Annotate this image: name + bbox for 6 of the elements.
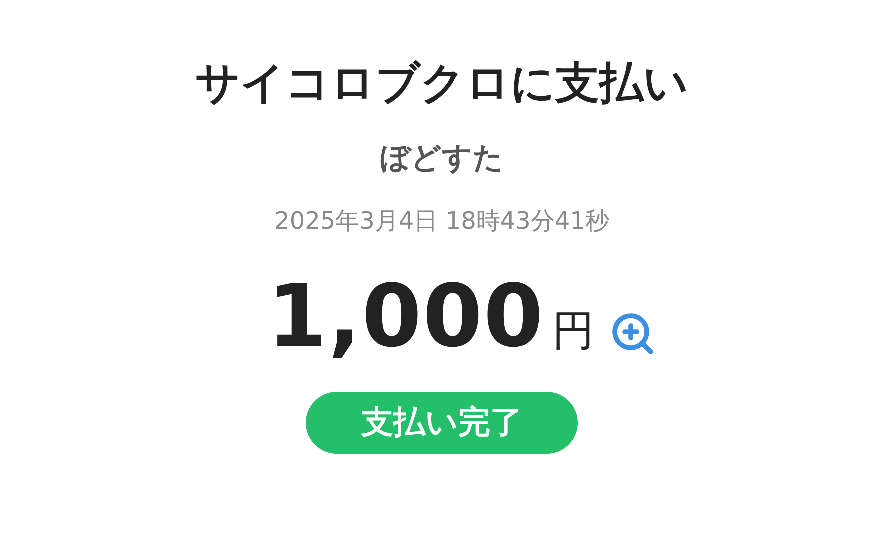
payment-title: サイコロブクロに支払い [196,58,688,111]
recipient-name: ぼどすた [380,140,504,177]
amount-value: 1,000 [267,274,545,360]
currency-unit: 円 [552,310,595,352]
status-badge: 支払い完了 [306,392,578,454]
timestamp: 2025年3月4日 18時43分41秒 [274,206,610,236]
